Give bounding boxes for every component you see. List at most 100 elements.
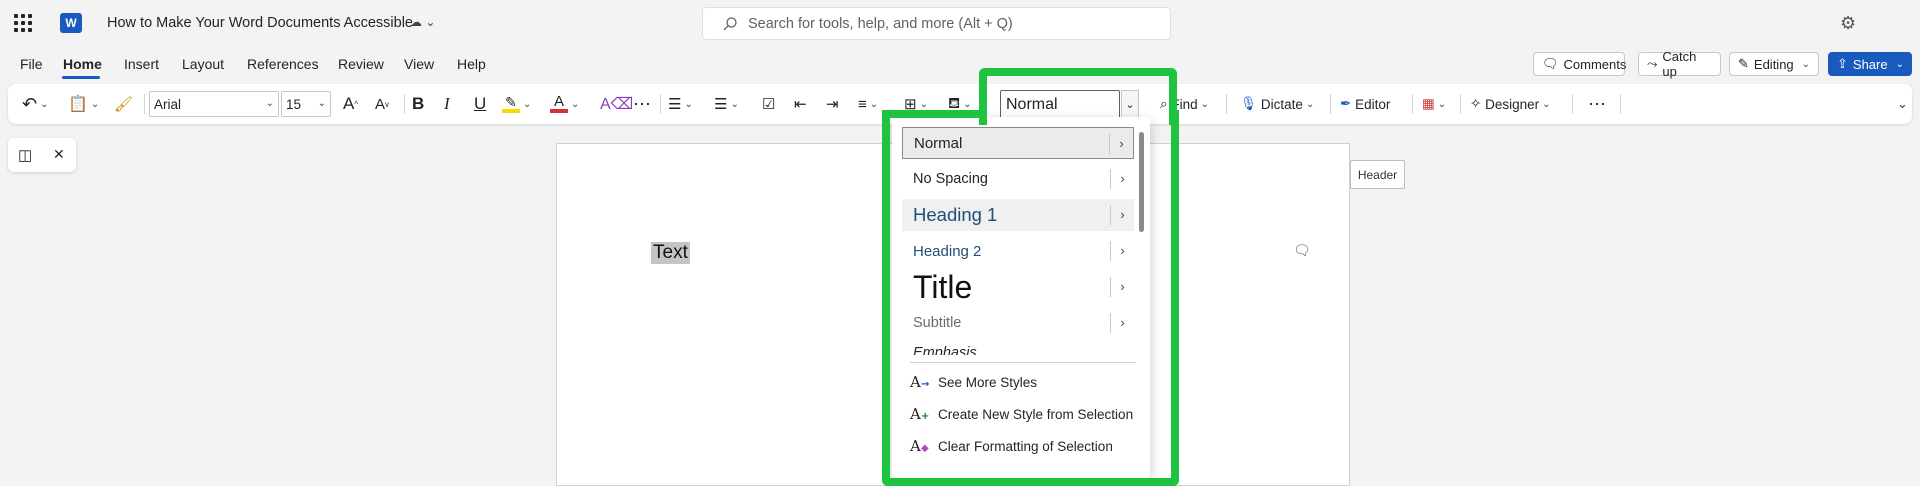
bullet-list-icon: ☰ (668, 96, 682, 113)
header-tooltip: Header (1350, 160, 1405, 189)
more-font-options-button[interactable]: ⋯ (633, 84, 651, 124)
catch-up-icon: ⤳ (1647, 56, 1658, 71)
tab-file[interactable]: File (20, 56, 43, 72)
ribbon-divider (660, 94, 661, 114)
tab-insert[interactable]: Insert (124, 56, 159, 72)
font-size-box[interactable]: 15 ⌄ (281, 91, 331, 117)
catch-up-button[interactable]: ⤳ Catch up (1638, 49, 1721, 79)
action-label: See More Styles (938, 374, 1038, 390)
checklist-button[interactable]: ☑ (762, 84, 775, 124)
ribbon-divider (1460, 94, 1461, 114)
navigation-pane-icon[interactable]: ◫ (18, 146, 32, 164)
create-new-style-item[interactable]: A + Create New Style from Selection (910, 401, 1133, 427)
style-item-normal[interactable]: Normal › (902, 127, 1134, 159)
tab-layout[interactable]: Layout (182, 56, 224, 72)
ribbon-divider (144, 94, 145, 114)
highlight-frame (882, 110, 987, 118)
chevron-right-icon[interactable]: › (1110, 313, 1134, 333)
font-color-button[interactable]: A ⌄ (550, 84, 579, 124)
grow-font-button[interactable]: A ^ (343, 84, 358, 124)
comments-button[interactable]: 🗨 Comments (1533, 52, 1627, 76)
bullets-button[interactable]: ☰ ⌄ (668, 84, 693, 124)
style-item-subtitle[interactable]: Subtitle › (902, 307, 1134, 339)
app-launcher-icon[interactable] (14, 14, 32, 32)
clear-formatting-button[interactable]: A⌫ (600, 84, 633, 124)
ribbon-divider (1620, 94, 1621, 114)
designer-button[interactable]: ✧ Designer ⌄ (1470, 84, 1551, 124)
find-button[interactable]: ⌕ Find ⌄ (1160, 84, 1209, 124)
dictate-button[interactable]: 🎙 Dictate ⌄ (1240, 84, 1314, 124)
cloud-sync-icon[interactable]: ☁ ⌄ (410, 15, 435, 29)
tab-references[interactable]: References (247, 56, 319, 72)
tab-home[interactable]: Home (63, 56, 102, 72)
tab-help[interactable]: Help (457, 56, 486, 72)
style-item-no-spacing[interactable]: No Spacing › (902, 163, 1134, 195)
chevron-down-icon: ⌄ (1437, 98, 1447, 110)
share-button[interactable]: ⇪ Share ⌄ (1828, 52, 1912, 76)
chevron-down-icon: ⌄ (1897, 96, 1908, 111)
expand-ribbon-button[interactable]: ⌄ (1894, 84, 1908, 124)
comments-label: Comments (1563, 56, 1627, 72)
active-tab-indicator (62, 76, 100, 79)
underline-button[interactable]: U (474, 84, 486, 124)
format-painter-button[interactable]: 🖌 (114, 84, 133, 124)
font-size-value: 15 (286, 96, 302, 112)
style-dropdown-button[interactable]: ⌄ (1121, 90, 1139, 119)
paste-button[interactable]: 📋 ⌄ (68, 84, 99, 124)
bold-button[interactable]: B (412, 84, 424, 124)
see-more-styles-item[interactable]: A → See More Styles (910, 369, 1037, 395)
editor-button[interactable]: ✒ Editor (1340, 84, 1390, 124)
document-title[interactable]: How to Make Your Word Documents Accessib… (107, 15, 413, 31)
add-ins-button[interactable]: ▦ ⌄ (1422, 84, 1446, 124)
style-item-label: Emphasis (913, 345, 977, 355)
font-name-box[interactable]: Arial ⌄ (149, 91, 279, 117)
navigation-pane-toggle: ◫ ✕ (8, 138, 76, 172)
highlight-color-button[interactable]: ✎ ⌄ (502, 84, 531, 124)
comment-icon: 🗨 (1542, 56, 1559, 71)
more-options-button[interactable]: ⋯ (1588, 84, 1606, 124)
italic-button[interactable]: I (444, 84, 450, 124)
undo-button[interactable]: ↶ ⌄ (22, 84, 48, 124)
clear-formatting-icon: A ◆ (910, 437, 929, 455)
settings-gear-icon[interactable]: ⚙ (1840, 13, 1856, 34)
chevron-down-icon: ⌄ (265, 98, 274, 109)
action-label: Create New Style from Selection (938, 406, 1134, 422)
title-bar: W How to Make Your Word Documents Access… (0, 0, 1920, 48)
share-label: Share (1852, 56, 1888, 72)
numbered-list-icon: ☰ (714, 96, 728, 113)
decrease-indent-button[interactable]: ⇤ (794, 84, 807, 124)
tab-review[interactable]: Review (338, 56, 384, 72)
chevron-right-icon[interactable]: › (1110, 277, 1134, 297)
style-item-title[interactable]: Title › (902, 269, 1134, 305)
chevron-right-icon[interactable]: › (1110, 241, 1134, 261)
designer-label: Designer (1485, 96, 1540, 112)
search-box[interactable]: Search for tools, help, and more (Alt + … (702, 7, 1171, 40)
style-item-heading-1[interactable]: Heading 1 › (902, 199, 1134, 231)
editing-mode-button[interactable]: ✎ Editing ⌄ (1729, 52, 1819, 76)
style-selector[interactable]: Normal (1000, 90, 1120, 119)
increase-indent-button[interactable]: ⇥ (826, 84, 839, 124)
style-item-emphasis[interactable]: Emphasis (902, 341, 1134, 355)
chevron-down-icon: ⌄ (869, 98, 879, 110)
numbering-button[interactable]: ☰ ⌄ (714, 84, 739, 124)
tab-view[interactable]: View (404, 56, 434, 72)
close-icon[interactable]: ✕ (53, 146, 65, 163)
chevron-right-icon[interactable]: › (1110, 169, 1134, 189)
style-value: Normal (1006, 95, 1058, 113)
search-placeholder: Search for tools, help, and more (Alt + … (748, 15, 1013, 32)
style-item-heading-2[interactable]: Heading 2 › (902, 235, 1134, 267)
font-name-value: Arial (154, 96, 182, 112)
clear-formatting-item[interactable]: A ◆ Clear Formatting of Selection (910, 433, 1113, 459)
dropdown-scrollbar[interactable] (1139, 132, 1144, 232)
chevron-down-icon: ⌄ (1801, 58, 1811, 70)
editing-label: Editing (1753, 56, 1794, 72)
italic-icon: I (444, 94, 450, 113)
add-comment-icon[interactable]: 🗨 (1293, 242, 1311, 259)
chevron-right-icon[interactable]: › (1109, 134, 1133, 154)
selected-text[interactable]: Text (651, 242, 690, 264)
style-item-label: No Spacing (913, 171, 988, 187)
shrink-font-button[interactable]: Av (375, 84, 389, 124)
chevron-right-icon[interactable]: › (1110, 205, 1134, 225)
word-logo-icon: W (60, 13, 82, 33)
align-button[interactable]: ≡ ⌄ (858, 84, 878, 124)
